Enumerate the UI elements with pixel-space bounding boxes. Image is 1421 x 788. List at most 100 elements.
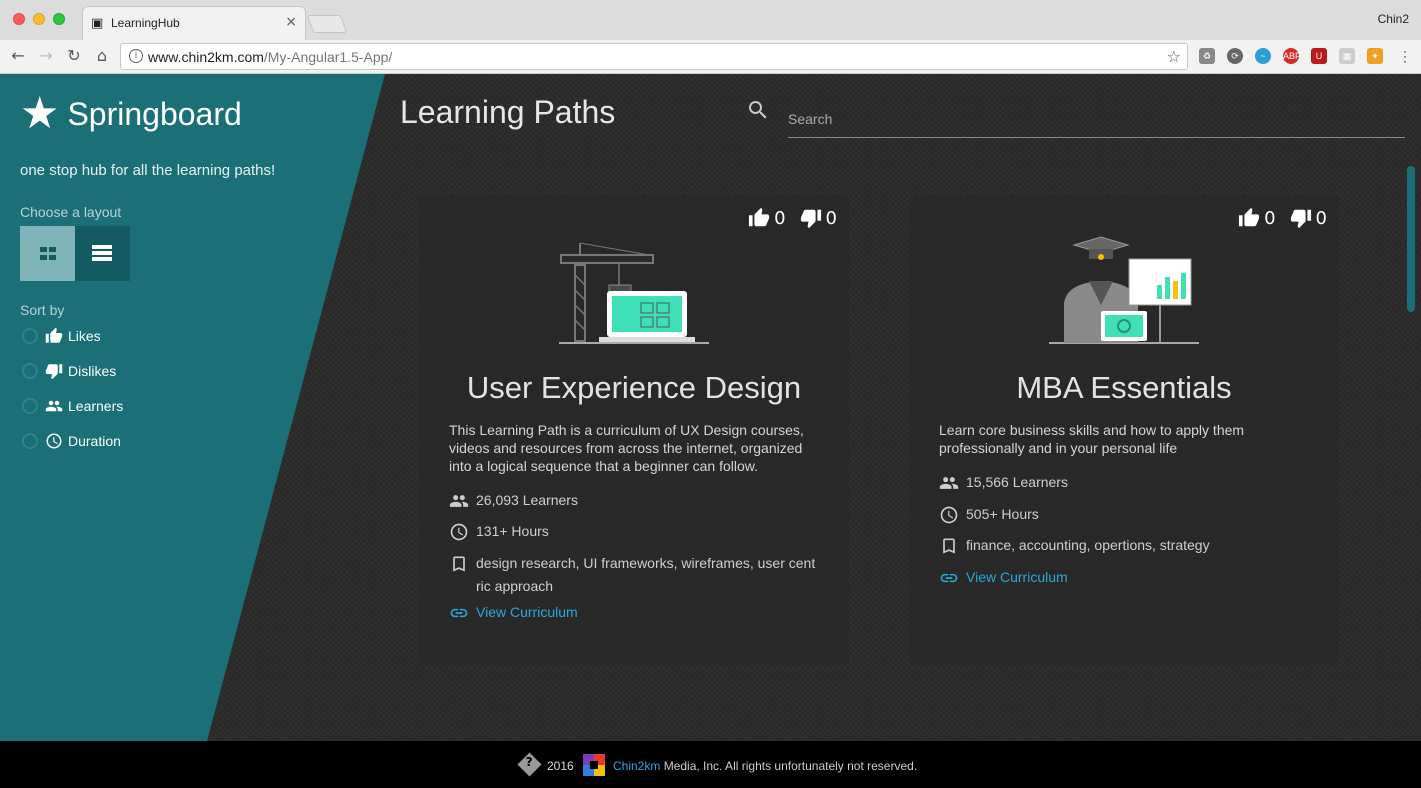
tab-favicon-icon: ▣	[91, 16, 104, 31]
app-page: ★ Springboard one stop hub for all the l…	[0, 74, 1421, 741]
grid-layout-button[interactable]	[20, 226, 75, 281]
maximize-window-button[interactable]	[53, 13, 65, 25]
list-icon	[92, 245, 112, 261]
browser-toolbar: ← → ↻ ⌂ i www.chin2km.com/My-Angular1.5-…	[0, 40, 1421, 74]
duration-row: 505+ Hours	[939, 503, 1039, 526]
footer-copyright: Media, Inc. All rights unfortunately not…	[660, 759, 918, 773]
extension-sync-icon[interactable]: ⟳	[1227, 48, 1243, 64]
learners-row: 15,566 Learners	[939, 471, 1068, 494]
sort-option-label: Likes	[68, 328, 101, 344]
forward-arrow-icon[interactable]: →	[36, 46, 56, 65]
brand: ★ Springboard	[20, 88, 242, 139]
extension-pinwheel-icon[interactable]: ✦	[1367, 48, 1383, 64]
search-input[interactable]	[788, 100, 1405, 138]
bookmark-icon	[943, 538, 955, 554]
view-curriculum-link[interactable]: View Curriculum	[449, 601, 578, 624]
company-logo-icon	[583, 754, 605, 776]
browser-tab[interactable]: ▣ LearningHub ×	[82, 6, 306, 40]
list-layout-button[interactable]	[75, 226, 130, 281]
tags-row: finance, accounting, opertions, strategy	[939, 534, 1210, 557]
sort-option-label: Dislikes	[68, 363, 117, 379]
radio-button[interactable]	[22, 363, 38, 379]
scrollbar-thumb[interactable]	[1407, 166, 1415, 312]
browser-titlebar: ▣ LearningHub × Chin2	[0, 0, 1421, 40]
view-curriculum-label[interactable]: View Curriculum	[476, 601, 578, 624]
page-title: Learning Paths	[400, 94, 616, 130]
home-icon[interactable]: ⌂	[92, 46, 112, 65]
thumb-down-icon[interactable]	[800, 207, 822, 229]
bookmark-star-icon[interactable]: ☆	[1167, 47, 1181, 66]
grid-icon	[40, 247, 56, 260]
vote-bar: 0 0	[1238, 207, 1327, 229]
layout-label: Choose a layout	[20, 204, 122, 220]
tags-row: design research, UI frameworks, wirefram…	[449, 552, 824, 598]
help-diamond-icon: ?	[517, 752, 542, 777]
bookmark-icon	[453, 556, 465, 572]
learners-count: 26,093 Learners	[476, 492, 578, 508]
thumb-up-icon	[45, 327, 63, 343]
footer-text: Chin2km Media, Inc. All rights unfortuna…	[613, 759, 917, 773]
dislike-count: 0	[825, 207, 837, 229]
duration-row: 131+ Hours	[449, 520, 549, 543]
radio-button[interactable]	[22, 398, 38, 414]
menu-icon[interactable]: ⋮	[1397, 48, 1413, 64]
tags-text: finance, accounting, opertions, strategy	[966, 537, 1210, 553]
people-icon	[45, 400, 63, 412]
like-count: 0	[1264, 207, 1276, 229]
extension-grid-icon[interactable]: ▦	[1339, 48, 1355, 64]
thumb-up-icon[interactable]	[1238, 207, 1260, 229]
tagline: one stop hub for all the learning paths!	[20, 162, 276, 179]
tab-close-icon[interactable]: ×	[285, 14, 297, 30]
info-icon[interactable]: i	[129, 49, 143, 63]
link-icon	[940, 573, 958, 583]
radio-button[interactable]	[22, 433, 38, 449]
graduate-illustration-icon	[1049, 236, 1199, 344]
sort-option-duration[interactable]: Duration	[22, 432, 121, 450]
sort-option-learners[interactable]: Learners	[22, 397, 123, 415]
back-arrow-icon[interactable]: ←	[8, 46, 28, 65]
thumb-down-icon[interactable]	[1290, 207, 1312, 229]
learners-count: 15,566 Learners	[966, 474, 1068, 490]
sort-label: Sort by	[20, 302, 65, 318]
close-window-button[interactable]	[13, 13, 25, 25]
adblock-icon[interactable]: ABP	[1283, 48, 1301, 64]
duration-value: 131+ Hours	[476, 523, 549, 539]
star-icon: ★	[20, 88, 60, 139]
like-count: 0	[774, 207, 786, 229]
clock-icon	[46, 433, 62, 449]
dislike-count: 0	[1315, 207, 1327, 229]
sort-option-dislikes[interactable]: Dislikes	[22, 362, 116, 380]
search-icon[interactable]	[746, 98, 770, 122]
view-curriculum-link[interactable]: View Curriculum	[939, 566, 1068, 589]
sort-option-label: Duration	[68, 433, 121, 449]
footer-year: 2016	[547, 759, 574, 773]
clock-icon	[450, 523, 468, 541]
footer: ? 2016 Chin2km Media, Inc. All rights un…	[0, 741, 1421, 788]
reload-icon[interactable]: ↻	[64, 46, 84, 65]
minimize-window-button[interactable]	[33, 13, 45, 25]
url-text[interactable]: www.chin2km.com/My-Angular1.5-App/	[148, 49, 392, 65]
extension-shield-icon[interactable]: U	[1311, 48, 1327, 64]
extension-wave-icon[interactable]: ~	[1255, 48, 1271, 64]
sort-option-label: Learners	[68, 398, 124, 414]
new-tab-button[interactable]	[306, 15, 348, 33]
tags-text: design research, UI frameworks, wirefram…	[476, 555, 816, 594]
tab-title: LearningHub	[111, 16, 180, 30]
sort-option-likes[interactable]: Likes	[22, 327, 101, 345]
vote-bar: 0 0	[748, 207, 837, 229]
card-description: This Learning Path is a curriculum of UX…	[449, 422, 804, 474]
link-icon	[450, 608, 468, 618]
learning-path-card: 0 0 User Experience Design This Learning…	[419, 195, 849, 665]
footer-brand-link[interactable]: Chin2km	[613, 759, 660, 773]
thumb-up-icon[interactable]	[748, 207, 770, 229]
learning-path-card: 0 0 MBA Essentials Learn core business s…	[909, 195, 1339, 665]
profile-name[interactable]: Chin2	[1378, 12, 1409, 26]
brand-name: Springboard	[67, 95, 242, 132]
crane-illustration-icon	[559, 242, 709, 344]
radio-button[interactable]	[22, 328, 38, 344]
view-curriculum-label[interactable]: View Curriculum	[966, 566, 1068, 589]
address-bar[interactable]: i www.chin2km.com/My-Angular1.5-App/ ☆	[120, 43, 1188, 70]
extension-recycle-icon[interactable]: ♻	[1199, 48, 1215, 64]
duration-value: 505+ Hours	[966, 506, 1039, 522]
learners-row: 26,093 Learners	[449, 489, 578, 512]
